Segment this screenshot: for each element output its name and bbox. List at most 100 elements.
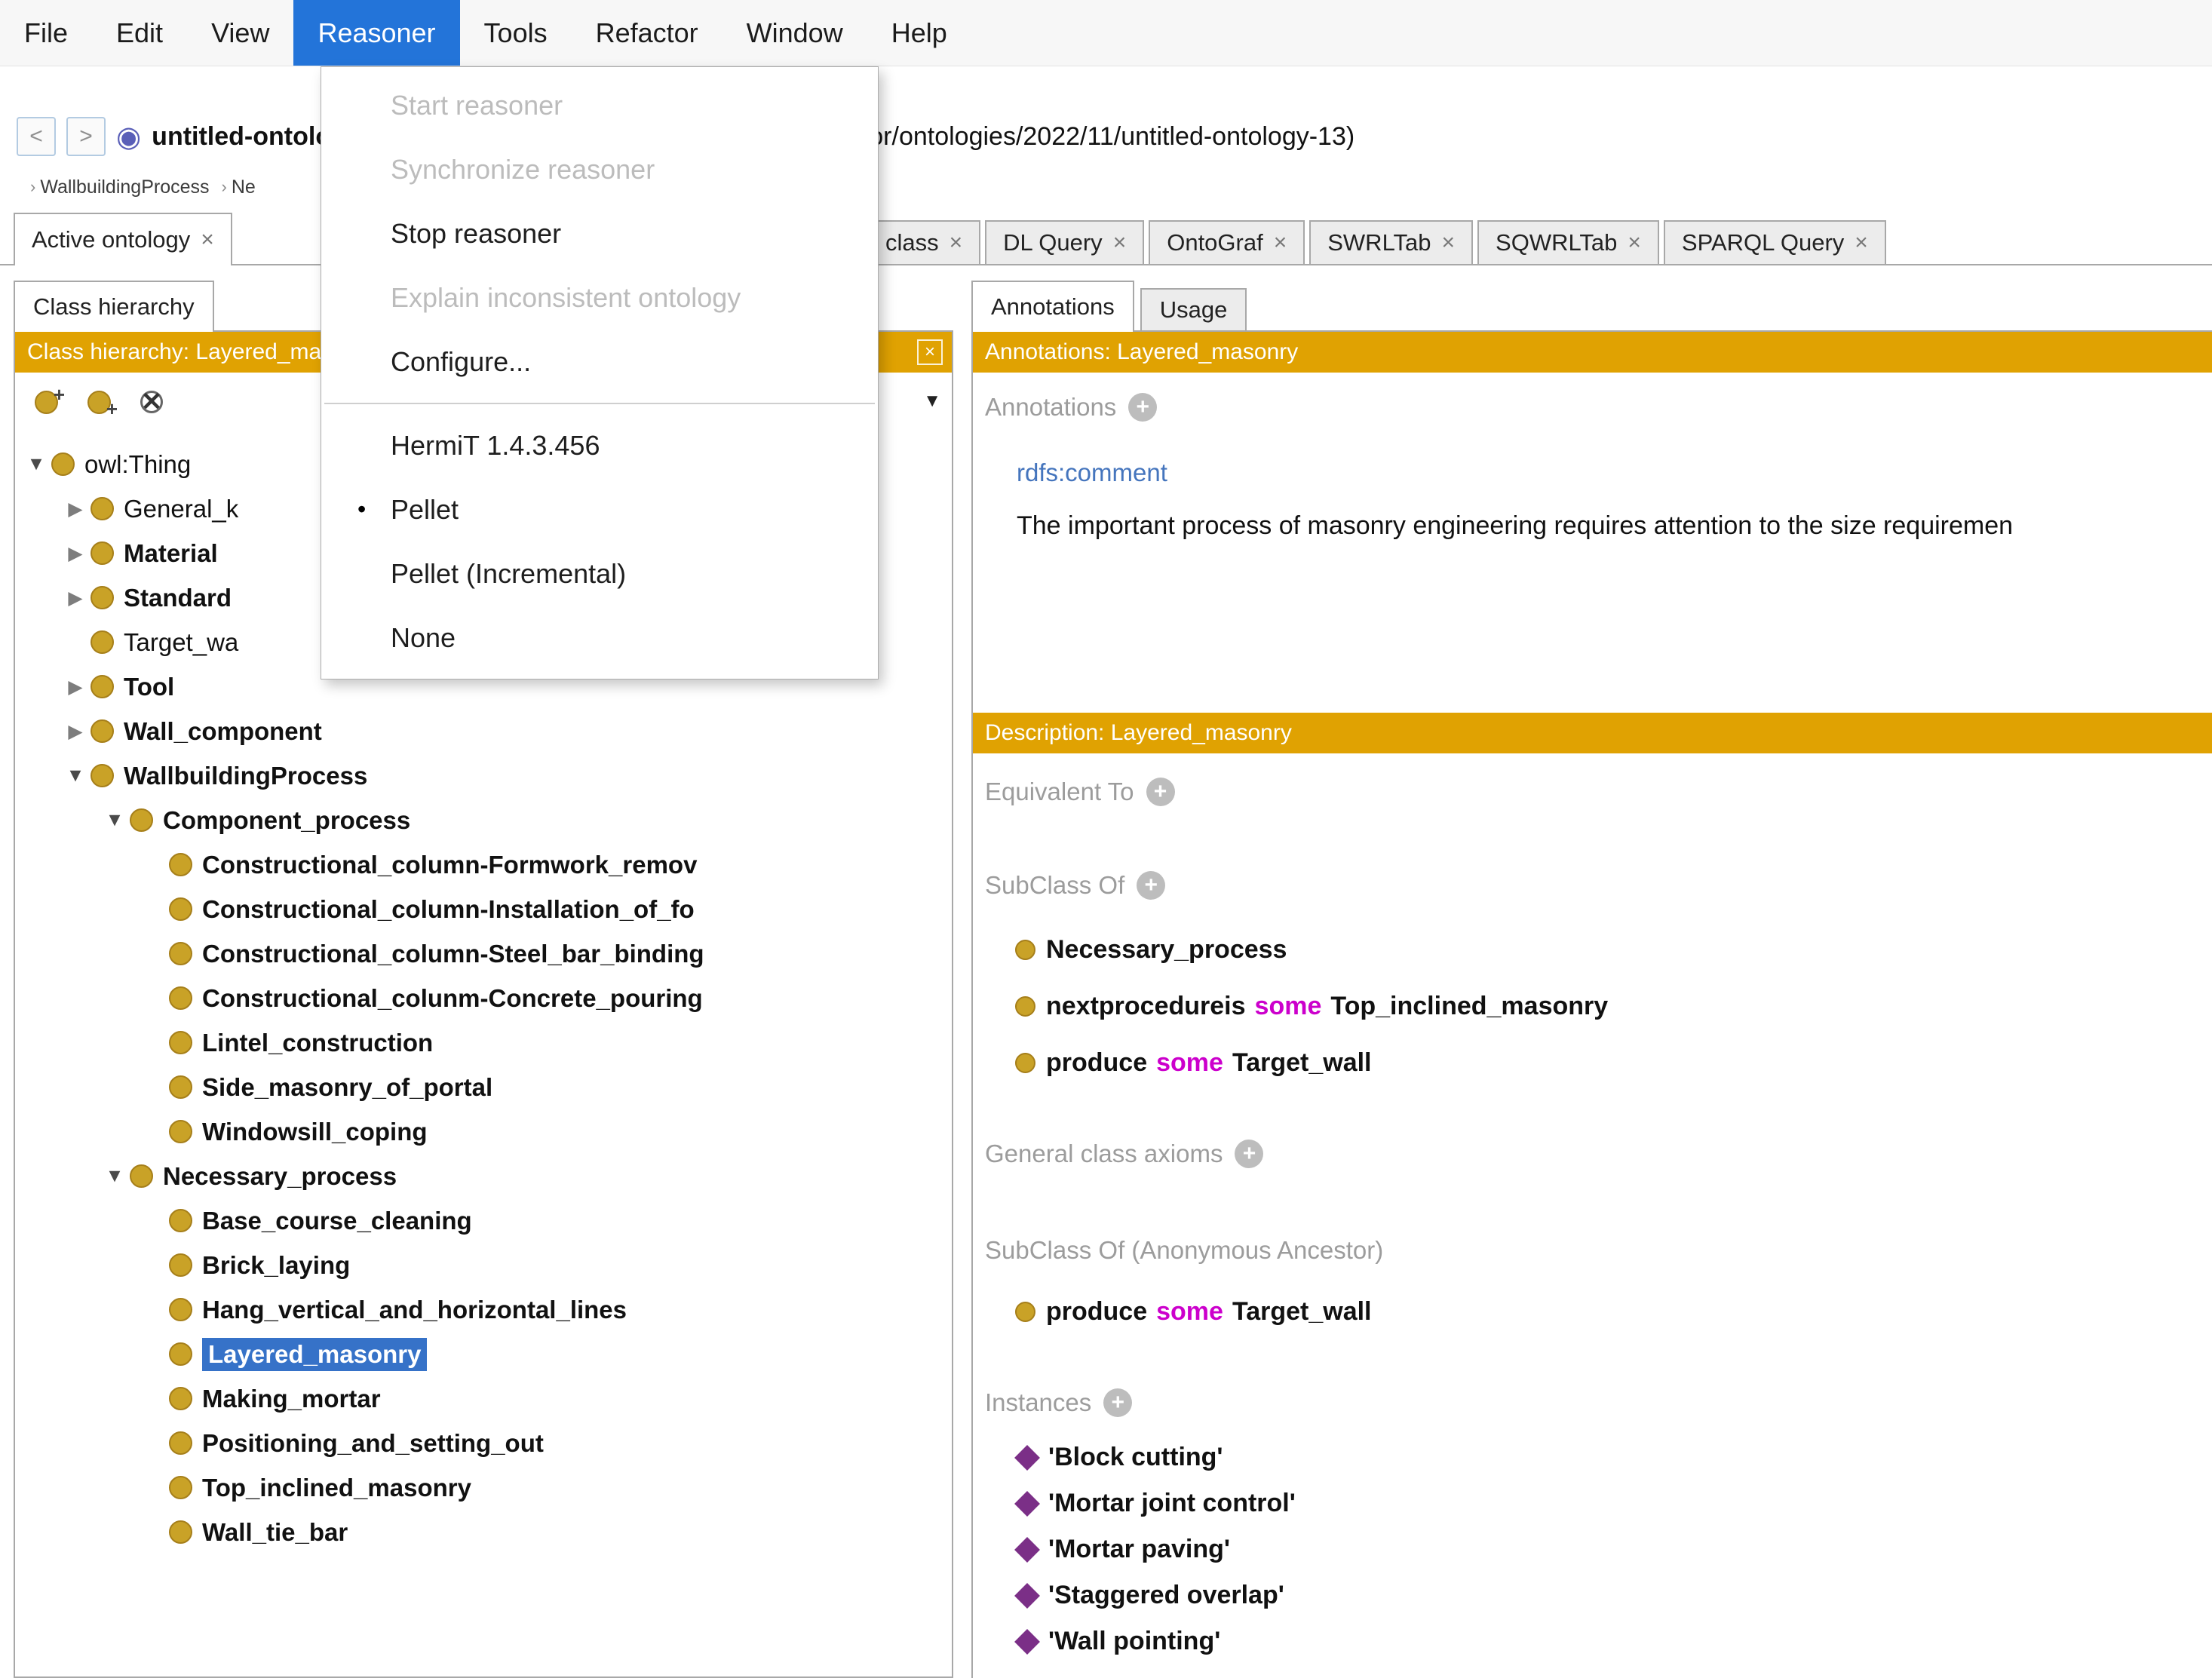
axiom-row[interactable]: nextprocedureissomeTop_inclined_masonry [1015, 978, 2212, 1035]
tab-close-icon[interactable]: × [1113, 230, 1127, 256]
tree-row[interactable]: ▶Wall_component [15, 709, 952, 753]
menu-item-window[interactable]: Window [723, 0, 867, 66]
add-subclassof-icon[interactable]: + [1137, 871, 1165, 900]
tree-row[interactable]: Lintel_construction [15, 1020, 952, 1065]
class-label: Brick_laying [202, 1251, 350, 1280]
class-label: Positioning_and_setting_out [202, 1429, 544, 1458]
collapse-icon[interactable]: ▼ [100, 809, 130, 831]
tab-sqwrltab[interactable]: SQWRLTab× [1477, 220, 1659, 265]
tab-class[interactable]: class× [867, 220, 980, 265]
tree-row[interactable]: ▼Component_process [15, 798, 952, 842]
tree-row[interactable]: Making_mortar [15, 1376, 952, 1421]
class-icon [91, 541, 114, 565]
axiom-row[interactable]: producesomeTarget_wall [1015, 1284, 2212, 1340]
reasoner-menu-item-stop-reasoner[interactable]: Stop reasoner [321, 201, 878, 265]
class-icon [91, 497, 114, 520]
subclassof-list: Necessary_processnextprocedureissomeTop_… [1015, 922, 2212, 1091]
entity-name: produce [1046, 1297, 1147, 1327]
axiom-row[interactable]: producesomeTarget_wall [1015, 1035, 2212, 1091]
tab-class-hierarchy[interactable]: Class hierarchy [14, 281, 214, 332]
tab-ontograf[interactable]: OntoGraf × [1149, 220, 1305, 265]
forward-button[interactable]: > [66, 117, 106, 156]
tab-close-icon[interactable]: × [1855, 230, 1868, 256]
tree-row[interactable]: Constructional_column-Steel_bar_binding [15, 931, 952, 976]
menu-item-file[interactable]: File [0, 0, 92, 66]
expand-icon[interactable]: ▶ [60, 587, 91, 609]
tree-row[interactable]: Constructional_colunm-Concrete_pouring [15, 976, 952, 1020]
add-equivalent-icon[interactable]: + [1146, 778, 1175, 806]
menu-item-reasoner[interactable]: Reasoner [293, 0, 459, 66]
hierarchy-mode-combobox[interactable]: ▼ [923, 391, 941, 412]
protege-window: FileEditViewReasonerToolsRefactorWindowH… [0, 0, 2212, 1678]
tree-row[interactable]: Constructional_column-Installation_of_fo [15, 887, 952, 931]
collapse-icon[interactable]: ▼ [60, 765, 91, 787]
tree-row[interactable]: Hang_vertical_and_horizontal_lines [15, 1287, 952, 1332]
reasoner-menu-item-hermit-1-4-3-456[interactable]: HermiT 1.4.3.456 [321, 413, 878, 477]
class-label: Standard [124, 584, 232, 612]
reasoner-menu-item-pellet[interactable]: •Pellet [321, 477, 878, 541]
reasoner-menu-item-configure[interactable]: Configure... [321, 330, 878, 394]
class-label: WallbuildingProcess [124, 762, 367, 790]
class-label: Constructional_column-Steel_bar_binding [202, 940, 704, 968]
tab-sparql-query[interactable]: SPARQL Query× [1664, 220, 1886, 265]
menu-item-refactor[interactable]: Refactor [572, 0, 723, 66]
class-label: Making_mortar [202, 1385, 381, 1413]
tree-row[interactable]: Base_course_cleaning [15, 1198, 952, 1243]
breadcrumb-item[interactable]: Ne [232, 176, 256, 198]
menu-item-label: Stop reasoner [391, 218, 561, 250]
expand-icon[interactable]: ▶ [60, 720, 91, 743]
add-general-axiom-icon[interactable]: + [1235, 1140, 1263, 1168]
add-instance-icon[interactable]: + [1103, 1388, 1132, 1417]
tree-row[interactable]: Layered_masonry [15, 1332, 952, 1376]
menu-item-edit[interactable]: Edit [92, 0, 187, 66]
instance-row[interactable]: 'Wall pointing' [1015, 1618, 2212, 1664]
tree-row[interactable]: Windowsill_coping [15, 1109, 952, 1154]
collapse-icon[interactable]: ▼ [21, 453, 51, 475]
tab-annotations[interactable]: Annotations [971, 281, 1134, 332]
tab-close-icon[interactable]: × [950, 230, 963, 256]
tab-dl-query[interactable]: DL Query × [985, 220, 1144, 265]
tree-row[interactable]: Constructional_column-Formwork_remov [15, 842, 952, 887]
tree-row[interactable]: ▼Necessary_process [15, 1154, 952, 1198]
expand-icon[interactable]: ▶ [60, 676, 91, 698]
axiom-row[interactable]: Necessary_process [1015, 922, 2212, 978]
tree-row[interactable]: Wall_tie_bar [15, 1510, 952, 1554]
tab-close-icon[interactable]: × [1274, 230, 1287, 256]
expand-icon[interactable]: ▶ [60, 542, 91, 565]
tree-row[interactable]: Positioning_and_setting_out [15, 1421, 952, 1465]
annotation-property[interactable]: rdfs:comment [1017, 459, 1167, 487]
individual-icon [1014, 1445, 1040, 1471]
add-subclass-button[interactable]: + [24, 382, 68, 422]
tree-row[interactable]: Brick_laying [15, 1243, 952, 1287]
collapse-icon[interactable]: ▼ [100, 1165, 130, 1187]
tree-row[interactable]: Side_masonry_of_portal [15, 1065, 952, 1109]
instance-row[interactable]: 'Mortar joint control' [1015, 1480, 2212, 1526]
tab-strip-right: class×DL Query×OntoGraf×SWRLTab×SQWRLTab… [867, 220, 1886, 265]
delete-class-button[interactable]: ✕ [130, 382, 173, 422]
instance-row[interactable]: 'Block cutting' [1015, 1434, 2212, 1480]
menu-item-help[interactable]: Help [867, 0, 971, 66]
tab-active-ontology[interactable]: Active ontology× [14, 213, 232, 265]
breadcrumb-item[interactable]: WallbuildingProcess [40, 176, 209, 198]
tab-close-icon[interactable]: × [1442, 230, 1456, 256]
tab-label: OntoGraf [1167, 229, 1263, 256]
instance-row[interactable]: 'Mortar paving' [1015, 1526, 2212, 1572]
reasoner-menu-item-pellet-incremental[interactable]: Pellet (Incremental) [321, 541, 878, 606]
menu-item-tools[interactable]: Tools [460, 0, 572, 66]
panel-close-icon[interactable]: × [917, 339, 943, 365]
add-sibling-class-button[interactable]: + [77, 382, 121, 422]
tab-usage[interactable]: Usage [1140, 288, 1247, 332]
menu-item-view[interactable]: View [187, 0, 293, 66]
expand-icon[interactable]: ▶ [60, 498, 91, 520]
reasoner-menu-item-none[interactable]: None [321, 606, 878, 670]
tab-close-icon[interactable]: × [1628, 230, 1641, 256]
tab-swrltab[interactable]: SWRLTab× [1309, 220, 1473, 265]
back-button[interactable]: < [17, 117, 56, 156]
tree-row[interactable]: Top_inclined_masonry [15, 1465, 952, 1510]
anon-ancestor-label: SubClass Of (Anonymous Ancestor) [985, 1234, 1383, 1267]
add-annotation-icon[interactable]: + [1128, 393, 1157, 422]
tab-label: DL Query [1003, 229, 1103, 256]
tab-close-icon[interactable]: × [201, 227, 214, 253]
tree-row[interactable]: ▼ WallbuildingProcess [15, 753, 952, 798]
instance-row[interactable]: 'Staggered overlap' [1015, 1572, 2212, 1618]
